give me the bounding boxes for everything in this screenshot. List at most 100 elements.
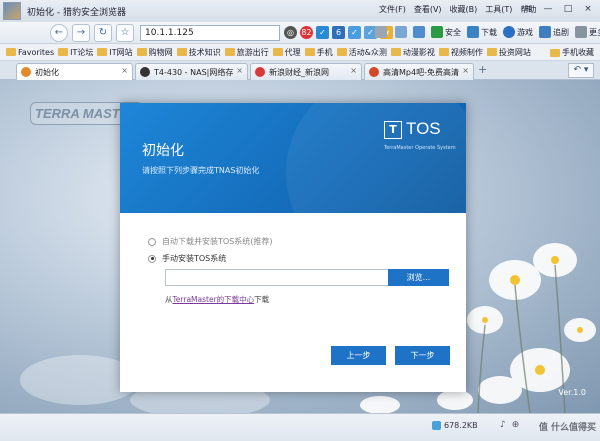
- game-button[interactable]: 游戏: [503, 26, 533, 38]
- tab-nas[interactable]: T4-430 - NAS|网络存... ×: [135, 63, 248, 80]
- tab-bar: 初始化 × T4-430 - NAS|网络存... × 新浪财经_新浪网 × 高…: [0, 61, 600, 80]
- tab-sina[interactable]: 新浪财经_新浪网 ×: [250, 63, 362, 80]
- folder-icon: [6, 48, 16, 56]
- folder-icon: [97, 48, 108, 56]
- window-controls: ≡ — □ ×: [520, 2, 596, 16]
- close-icon[interactable]: ×: [462, 66, 469, 75]
- tab-favicon: [255, 67, 265, 77]
- forward-button[interactable]: →: [72, 23, 90, 42]
- minimize-icon[interactable]: —: [540, 2, 556, 16]
- check-icon[interactable]: ✓: [316, 26, 329, 39]
- new-tab-button[interactable]: +: [478, 63, 487, 76]
- close-icon[interactable]: ×: [350, 66, 357, 75]
- option-manual-label: 手动安装TOS系统: [162, 254, 227, 263]
- download-speed[interactable]: 678.2KB: [432, 421, 478, 430]
- folder-icon: [336, 48, 347, 56]
- dialog-body: 自动下载并安装TOS系统(推荐) 手动安装TOS系统 浏览... 从TerraM…: [120, 213, 466, 392]
- navigation-bar: ← → ↻ ☆ 10.1.1.125 ◎ 82 ✓ 6 ✓ ✓ ★ 安全 下载 …: [0, 22, 600, 44]
- close-icon[interactable]: ×: [121, 66, 128, 75]
- init-dialog: 初始化 请按照下列步骤完成TNAS初始化 T TOS TerraMaster O…: [120, 103, 466, 392]
- folder-icon: [550, 48, 560, 57]
- shield-icon[interactable]: ◎: [284, 26, 297, 39]
- option-manual-row[interactable]: 手动安装TOS系统: [148, 253, 226, 264]
- fav-item[interactable]: 购物网: [136, 47, 173, 58]
- undo-close-button[interactable]: ↶ ▾: [568, 63, 594, 78]
- sync-button[interactable]: [413, 26, 425, 38]
- menu-favorites[interactable]: 收藏(B): [450, 4, 478, 15]
- screenshot-icon: [395, 26, 407, 38]
- window-title: 初始化 - 猎豹安全浏览器: [27, 7, 126, 18]
- download-center-link[interactable]: TerraMaster的下载中心: [173, 295, 255, 304]
- tracking-button[interactable]: 追剧: [539, 26, 569, 38]
- folder-icon: [304, 48, 315, 56]
- fav-item[interactable]: 投资网站: [486, 47, 531, 58]
- radio-manual[interactable]: [148, 254, 156, 263]
- fav-item[interactable]: 视频制作: [438, 47, 483, 58]
- zoom-icon[interactable]: ⊕: [512, 420, 520, 430]
- folder-icon: [136, 48, 147, 56]
- title-bar: 初始化 - 猎豹安全浏览器 文件(F) 查看(V) 收藏(B) 工具(T) 帮助…: [0, 0, 600, 22]
- menu-view[interactable]: 查看(V): [414, 4, 442, 15]
- next-button[interactable]: 下一步: [395, 346, 450, 365]
- tos-logo-text: TOS: [406, 119, 441, 138]
- fav-item[interactable]: 技术知识: [176, 47, 221, 58]
- tos-tagline: TerraMaster Operate System: [384, 145, 456, 151]
- safe-button[interactable]: 安全: [431, 26, 461, 38]
- radio-auto[interactable]: [148, 237, 156, 246]
- back-button[interactable]: ←: [50, 23, 68, 42]
- speed-icon: [432, 421, 441, 430]
- tab-favicon: [369, 67, 379, 77]
- refresh-button[interactable]: ↻: [94, 23, 112, 42]
- mobile-favorites[interactable]: 手机收藏: [550, 47, 594, 58]
- folder-icon: [224, 48, 235, 56]
- sound-icon[interactable]: ♪: [500, 420, 506, 430]
- fav-item[interactable]: 代理: [272, 47, 301, 58]
- tv-icon: [539, 26, 551, 38]
- app-avatar-icon: [3, 2, 21, 20]
- home-button[interactable]: ☆: [116, 23, 134, 42]
- folder-icon: [272, 48, 283, 56]
- address-bar[interactable]: 10.1.1.125: [140, 25, 280, 41]
- download-button[interactable]: 下载: [467, 26, 497, 38]
- file-path-input[interactable]: [165, 269, 389, 286]
- maximize-icon[interactable]: □: [560, 2, 576, 16]
- fav-item[interactable]: Favorites: [6, 48, 54, 57]
- more-button[interactable]: 更多: [575, 26, 600, 38]
- tab-init[interactable]: 初始化 ×: [16, 63, 133, 80]
- fav-item[interactable]: 活动&众测: [336, 47, 387, 58]
- close-icon[interactable]: ×: [580, 2, 596, 16]
- translate-icon[interactable]: ✓: [348, 26, 361, 39]
- option-auto-install[interactable]: 自动下载并安装TOS系统(推荐): [148, 236, 273, 247]
- menu-icon[interactable]: ≡: [520, 2, 536, 16]
- game-icon: [503, 26, 515, 38]
- menu-tools[interactable]: 工具(T): [485, 4, 512, 15]
- fav-item[interactable]: 手机: [304, 47, 333, 58]
- folder-icon: [58, 48, 69, 56]
- tab-mp4[interactable]: 高清Mp4吧-免费高清... ×: [364, 63, 474, 80]
- menu-bar: 文件(F) 查看(V) 收藏(B) 工具(T) 帮助: [379, 4, 536, 15]
- fav-item[interactable]: IT网站: [97, 47, 133, 58]
- tab-favicon: [140, 67, 150, 77]
- prev-button[interactable]: 上一步: [331, 346, 386, 365]
- dialog-subtitle: 请按照下列步骤完成TNAS初始化: [142, 166, 260, 175]
- dialog-title: 初始化: [142, 143, 184, 159]
- menu-file[interactable]: 文件(F): [379, 4, 406, 15]
- fav-item[interactable]: IT论坛: [58, 47, 93, 58]
- page-content: TERRA MASTER 初始化 请按照下列步骤完成TNAS初始化 T TOS …: [0, 80, 600, 413]
- mode-dropdown[interactable]: [375, 26, 389, 38]
- folder-icon: [486, 48, 497, 56]
- tos-logo-icon: T: [384, 121, 402, 139]
- more-icon: [575, 26, 587, 38]
- arrow-icon: [413, 26, 425, 38]
- adblock-badge[interactable]: 82: [300, 26, 313, 39]
- dialog-header: 初始化 请按照下列步骤完成TNAS初始化 T TOS TerraMaster O…: [120, 103, 466, 213]
- fav-item[interactable]: 动漫影视: [390, 47, 435, 58]
- screenshot-button[interactable]: [395, 26, 407, 38]
- folder-icon: [176, 48, 187, 56]
- fav-item[interactable]: 旅游出行: [224, 47, 269, 58]
- tab-favicon: [21, 67, 31, 77]
- extension-badge[interactable]: 6: [332, 26, 345, 39]
- close-icon[interactable]: ×: [236, 66, 243, 75]
- browse-button[interactable]: 浏览...: [388, 269, 449, 286]
- download-icon: [467, 26, 479, 38]
